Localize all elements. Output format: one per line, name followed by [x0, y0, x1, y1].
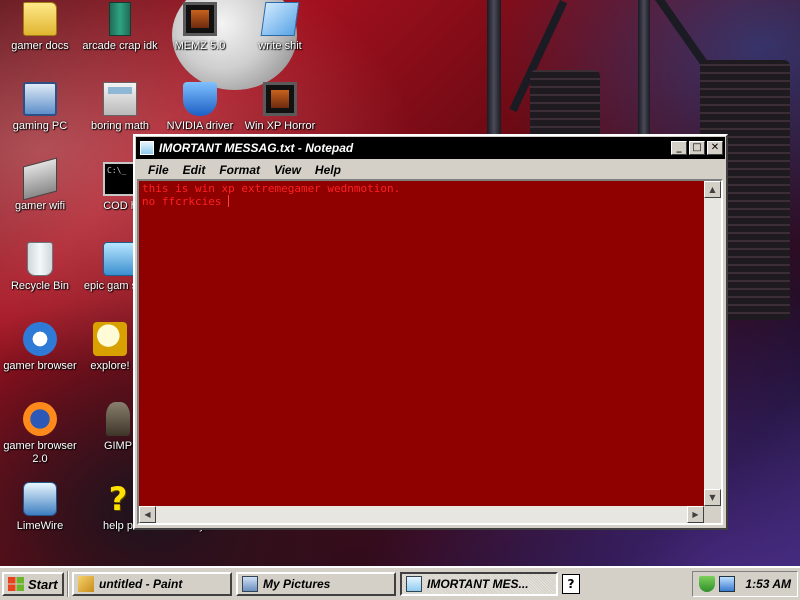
notepad-titlebar[interactable]: IMORTANT MESSAG.txt - Notepad _ □ ✕ [136, 137, 725, 159]
desktop-icon-gamer-docs[interactable]: gamer docs [1, 2, 79, 53]
paint-icon [78, 576, 94, 592]
horizontal-scrollbar[interactable]: ◀ ▶ [139, 506, 704, 523]
start-label: Start [28, 576, 58, 592]
task-paint[interactable]: untitled - Paint [72, 572, 232, 596]
desktop-icon-boring-math[interactable]: boring math [81, 82, 159, 133]
magnifier-icon [93, 322, 127, 356]
folder-icon [23, 2, 57, 36]
desktop-icon-label: LimeWire [16, 520, 64, 532]
notebook-icon [260, 2, 300, 36]
desktop-icon-label: MEMZ 5.0 [174, 40, 226, 52]
desktop-icon-label: gamer browser [3, 360, 77, 372]
task-my-pictures[interactable]: My Pictures [236, 572, 396, 596]
system-tray: 1:53 AM [692, 571, 798, 597]
desktop-icon-label: write shit [258, 40, 302, 52]
text-line-content: no ffcrkcies [142, 195, 222, 208]
video-icon [183, 2, 217, 36]
menu-bar: File Edit Format View Help [135, 160, 726, 180]
menu-view[interactable]: View [274, 163, 301, 177]
scroll-down-button[interactable]: ▼ [704, 489, 721, 506]
task-notepad[interactable]: IMORTANT MES... [400, 572, 558, 596]
start-button[interactable]: Start [2, 572, 64, 596]
desktop-icon-gamer-browser-2[interactable]: gamer browser 2.0 [1, 402, 79, 466]
text-caret [228, 195, 230, 207]
maximize-button[interactable]: □ [689, 141, 705, 155]
recycle-bin-icon [27, 242, 53, 276]
network-icon [23, 157, 57, 201]
security-shield-icon[interactable] [699, 576, 716, 592]
installer-icon [183, 82, 217, 116]
text-editor[interactable]: this is win xp extremegamer wednmotion. n… [139, 181, 704, 506]
notepad-icon [406, 576, 422, 592]
text-line: no ffcrkcies [142, 195, 701, 208]
notepad-window[interactable]: IMORTANT MESSAG.txt - Notepad _ □ ✕ File… [133, 134, 728, 530]
folder-pictures-icon [242, 576, 258, 592]
menu-help[interactable]: Help [315, 163, 341, 177]
desktop-icon-label: NVIDIA driver [166, 120, 234, 132]
clock[interactable]: 1:53 AM [745, 577, 791, 591]
desktop-icon-nvidia[interactable]: NVIDIA driver [161, 82, 239, 133]
desktop-icon-arcade[interactable]: arcade crap idk [81, 2, 159, 53]
desktop-icon-label: gamer docs [11, 40, 69, 52]
limewire-icon [23, 482, 57, 516]
menu-format[interactable]: Format [219, 163, 260, 177]
taskbar: Start untitled - Paint My Pictures IMORT… [0, 566, 800, 600]
desktop-icon-label: Win XP Horror [244, 120, 316, 132]
help-icon: ? [108, 480, 128, 518]
desktop-icon-gamer-browser[interactable]: gamer browser [1, 322, 79, 373]
minimize-button[interactable]: _ [671, 141, 687, 155]
window-title: IMORTANT MESSAG.txt - Notepad [159, 141, 354, 155]
computer-icon [23, 82, 57, 116]
desktop-icon-gaming-pc[interactable]: gaming PC [1, 82, 79, 133]
internet-explorer-icon [23, 322, 57, 356]
calculator-icon [103, 82, 137, 116]
command-prompt-icon: C:\_ [103, 162, 137, 196]
text-area-frame: this is win xp extremegamer wednmotion. n… [137, 179, 723, 525]
store-icon [103, 242, 137, 276]
vertical-scrollbar[interactable]: ▲ ▼ [704, 181, 721, 506]
desktop-icon-label: gamer wifi [14, 200, 66, 212]
desktop-icon-label: arcade crap idk [82, 40, 158, 52]
desktop-icon-write[interactable]: write shit [241, 2, 319, 53]
windows-logo-icon [8, 577, 24, 591]
notepad-icon [140, 141, 154, 155]
desktop-icon-label: Recycle Bin [10, 280, 70, 292]
book-icon [109, 2, 131, 36]
firefox-icon [23, 402, 57, 436]
scroll-up-button[interactable]: ▲ [704, 181, 721, 198]
close-button[interactable]: ✕ [707, 141, 723, 155]
desktop-icon-recycle-bin[interactable]: Recycle Bin [1, 242, 79, 293]
scroll-left-button[interactable]: ◀ [139, 506, 156, 523]
desktop-icon-gamer-wifi[interactable]: gamer wifi [1, 157, 79, 213]
menu-edit[interactable]: Edit [183, 163, 206, 177]
desktop-icon-limewire[interactable]: LimeWire [1, 482, 79, 533]
task-label: IMORTANT MES... [427, 577, 529, 591]
desktop-icon-label: gamer browser 2.0 [3, 440, 77, 465]
desktop-icon-label: boring math [90, 120, 150, 132]
task-label: untitled - Paint [99, 577, 183, 591]
desktop-icon-label: gaming PC [12, 120, 68, 132]
desktop-icon-winxp-horror[interactable]: Win XP Horror [241, 82, 319, 133]
taskbar-separator [67, 571, 69, 597]
menu-file[interactable]: File [148, 163, 169, 177]
text-line: this is win xp extremegamer wednmotion. [142, 182, 401, 195]
network-icon[interactable] [719, 576, 736, 592]
gimp-icon [106, 402, 130, 436]
task-label: My Pictures [263, 577, 331, 591]
help-tray-button[interactable]: ? [562, 574, 580, 594]
size-grip[interactable] [704, 506, 721, 523]
tower-backdrop [638, 0, 650, 150]
video-icon [263, 82, 297, 116]
desktop-icon-memz[interactable]: MEMZ 5.0 [161, 2, 239, 53]
scroll-right-button[interactable]: ▶ [687, 506, 704, 523]
